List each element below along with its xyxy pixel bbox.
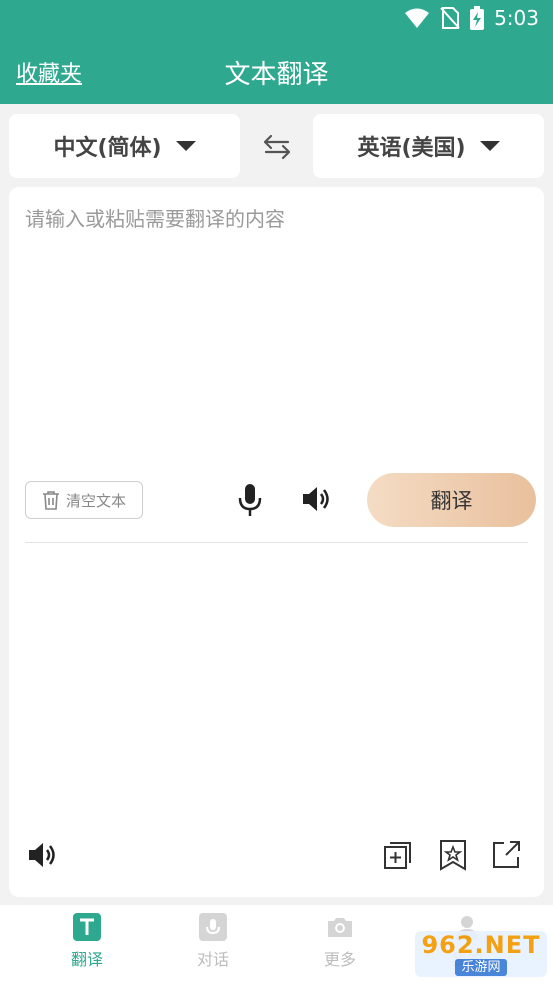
nav-more-label: 更多 bbox=[323, 950, 356, 969]
copy-icon[interactable] bbox=[382, 839, 414, 871]
swap-languages-icon[interactable] bbox=[262, 134, 292, 160]
divider bbox=[25, 542, 528, 543]
camera-icon bbox=[328, 918, 352, 937]
share-icon[interactable] bbox=[490, 839, 522, 871]
source-text-input[interactable]: 请输入或粘贴需要翻译的内容 bbox=[25, 203, 525, 463]
bottom-navigation: 翻译 对话 更多 我的 962.NET 乐游网 bbox=[0, 905, 553, 983]
bookmark-star-icon[interactable] bbox=[437, 839, 469, 871]
chevron-down-icon bbox=[479, 141, 500, 151]
source-language-dropdown[interactable]: 中文(简体) bbox=[9, 114, 240, 178]
watermark-logo: 962.NET 乐游网 bbox=[415, 931, 547, 977]
wifi-icon bbox=[405, 8, 430, 28]
target-language-dropdown[interactable]: 英语(美国) bbox=[313, 114, 544, 178]
language-selector-row: 中文(简体) 英语(美国) bbox=[0, 114, 553, 178]
chevron-down-icon bbox=[175, 141, 196, 151]
nav-more[interactable]: 更多 bbox=[290, 913, 390, 970]
clear-text-label: 清空文本 bbox=[65, 491, 126, 510]
nav-translate[interactable]: 翻译 bbox=[37, 913, 137, 970]
translation-card: 请输入或粘贴需要翻译的内容 清空文本 翻译 bbox=[9, 187, 544, 897]
watermark-site-text: 乐游网 bbox=[455, 958, 507, 976]
nav-translate-label: 翻译 bbox=[70, 950, 103, 969]
battery-charging-icon bbox=[470, 6, 485, 30]
clear-text-button[interactable]: 清空文本 bbox=[25, 481, 143, 519]
dialog-mic-icon bbox=[199, 913, 227, 941]
translate-button[interactable]: 翻译 bbox=[367, 473, 536, 527]
trash-icon bbox=[42, 491, 59, 510]
status-bar: 5:03 bbox=[0, 0, 553, 42]
nav-dialog[interactable]: 对话 bbox=[163, 913, 263, 970]
speaker-icon[interactable] bbox=[301, 484, 333, 514]
watermark-logo-text: 962.NET bbox=[421, 930, 541, 959]
no-sim-icon bbox=[440, 7, 460, 29]
page-title: 文本翻译 bbox=[224, 60, 329, 90]
app-bar: 收藏夹 文本翻译 bbox=[0, 42, 553, 104]
output-speaker-icon[interactable] bbox=[27, 840, 59, 870]
microphone-icon[interactable] bbox=[235, 483, 265, 517]
source-language-label: 中文(简体) bbox=[53, 136, 162, 161]
translate-tab-icon bbox=[73, 913, 101, 941]
target-language-label: 英语(美国) bbox=[357, 136, 466, 161]
status-icons: 5:03 bbox=[404, 6, 539, 30]
nav-dialog-label: 对话 bbox=[196, 950, 229, 969]
status-time: 5:03 bbox=[494, 6, 539, 30]
